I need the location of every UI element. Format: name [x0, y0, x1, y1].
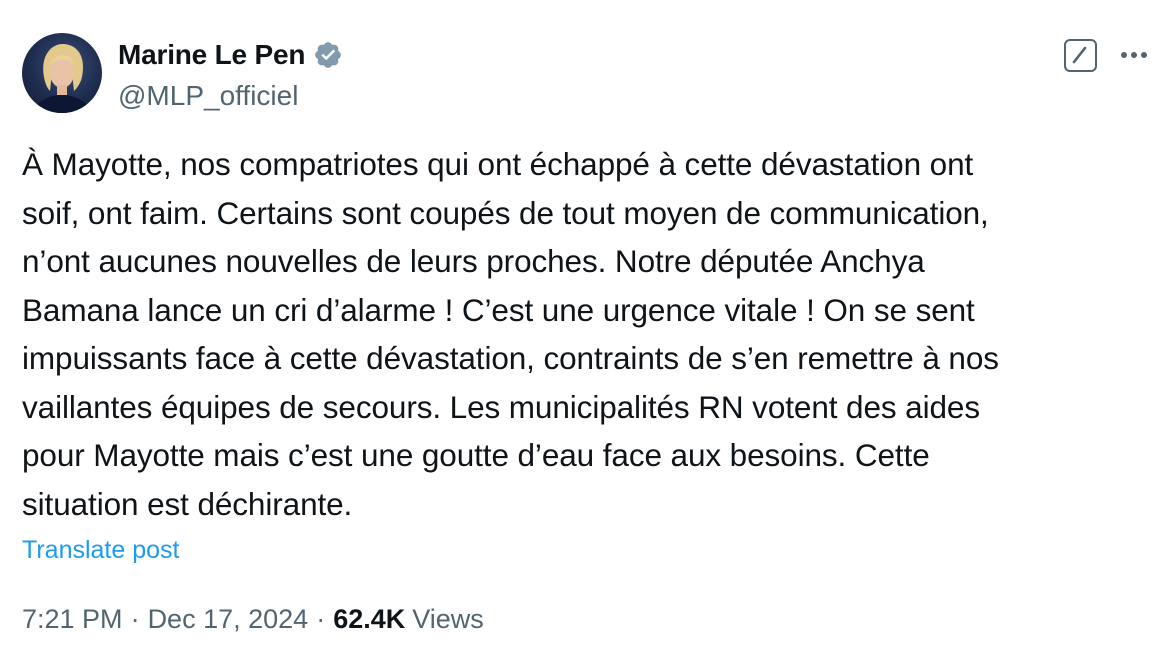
verified-badge-icon[interactable]	[313, 40, 343, 70]
separator: ·	[130, 604, 140, 634]
more-options-icon[interactable]	[1116, 40, 1152, 70]
grok-slash-icon	[1072, 46, 1087, 64]
post-text: À Mayotte, nos compatriotes qui ont écha…	[22, 140, 1142, 528]
post-metadata: 7:21 PM · Dec 17, 2024 · 62.4K Views	[22, 602, 484, 636]
translate-post-link[interactable]: Translate post	[22, 534, 179, 566]
views-count[interactable]: 62.4K	[333, 602, 405, 636]
post-time[interactable]: 7:21 PM	[22, 602, 123, 636]
post-date[interactable]: Dec 17, 2024	[148, 602, 309, 636]
display-name-row: Marine Le Pen	[118, 38, 343, 72]
post-text-line: n’ont aucunes nouvelles de leurs proches…	[22, 243, 925, 279]
post-text-line: À Mayotte, nos compatriotes qui ont écha…	[22, 146, 974, 182]
grok-icon[interactable]	[1064, 39, 1097, 72]
post-text-line: Bamana lance un cri d’alarme ! C’est une…	[22, 291, 975, 328]
post-text-line: impuissants face à cette dévastation, co…	[22, 340, 999, 376]
ellipsis-icon	[1121, 52, 1147, 58]
post-text-line: situation est déchirante.	[22, 485, 353, 522]
display-name[interactable]: Marine Le Pen	[118, 38, 305, 72]
tweet-card: Marine Le Pen @MLP_officiel À Mayotte, n…	[0, 0, 1174, 656]
avatar[interactable]	[22, 33, 102, 113]
separator: ·	[316, 604, 326, 634]
views-label[interactable]: Views	[412, 602, 484, 636]
post-text-line: soif, ont faim. Certains sont coupés de …	[22, 194, 989, 231]
avatar-image	[30, 43, 94, 113]
post-text-line: pour Mayotte mais c’est une goutte d’eau…	[22, 437, 930, 473]
author-handle[interactable]: @MLP_officiel	[118, 79, 298, 113]
post-text-line: vaillantes équipes de secours. Les munic…	[22, 388, 980, 425]
